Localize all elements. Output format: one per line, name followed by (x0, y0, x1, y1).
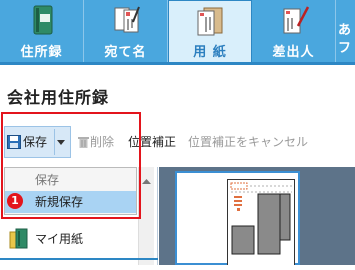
tab-addressee[interactable]: 宛て名 (84, 0, 168, 62)
ribbon-underline (0, 62, 355, 65)
tab-font[interactable]: あ フ (336, 0, 355, 62)
callout-number-badge: 1 (7, 193, 23, 209)
postcard-layout-graphic (230, 182, 292, 255)
addressee-postcard-icon (114, 6, 140, 33)
page-title: 会社用住所録 (7, 88, 110, 107)
tab-paper[interactable]: 用 紙 (168, 0, 252, 62)
tab-sender[interactable]: 差出人 (252, 0, 336, 62)
postcard-preview (227, 179, 295, 265)
tab-label: 宛て名 (104, 45, 147, 60)
paper-icon (197, 7, 223, 36)
scroll-up-icon[interactable] (142, 179, 151, 184)
tab-label: 住所録 (20, 45, 63, 60)
folder-book-icon (9, 228, 28, 249)
list-bottom-border (0, 258, 158, 260)
address-book-icon (33, 5, 52, 35)
sender-postcard-icon (283, 6, 309, 34)
cancel-position-adjust-button[interactable]: 位置補正をキャンセル (188, 133, 308, 151)
tab-label: 差出人 (272, 45, 315, 60)
tab-label: 用 紙 (193, 45, 227, 60)
tab-address-book[interactable]: 住所録 (0, 0, 84, 62)
list-item-label: マイ用紙 (35, 232, 84, 246)
font-icon: あ フ (338, 23, 352, 56)
